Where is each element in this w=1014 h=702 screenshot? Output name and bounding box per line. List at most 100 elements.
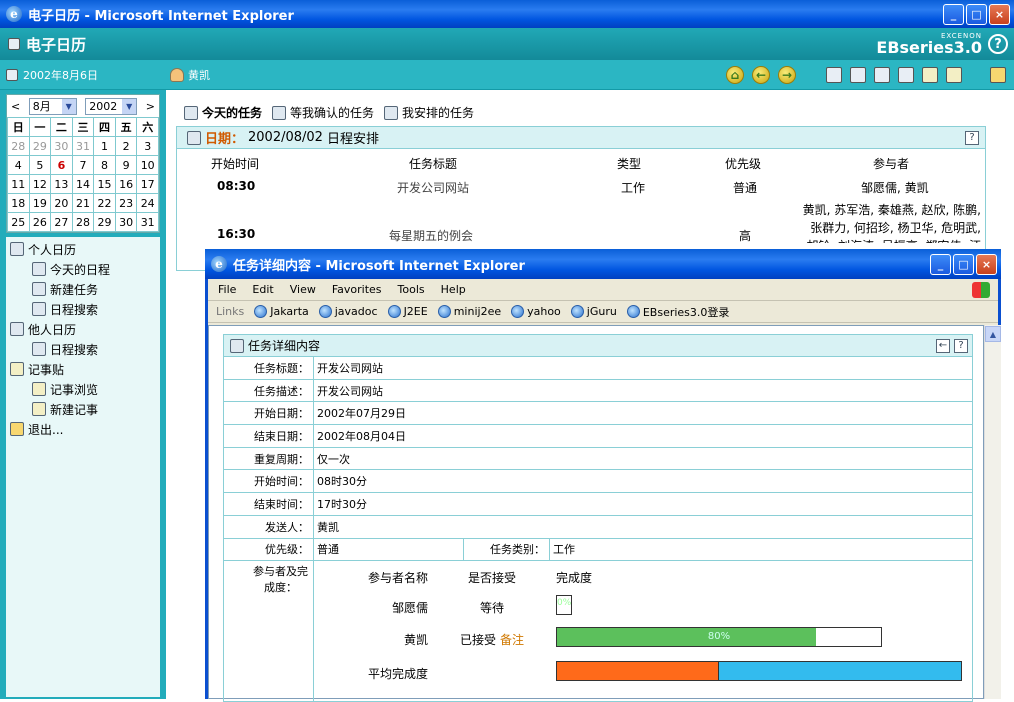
menu-view[interactable]: View bbox=[290, 283, 316, 296]
close-button[interactable]: × bbox=[989, 3, 1010, 25]
calendar-icon bbox=[6, 68, 18, 81]
calendar-day[interactable]: 10 bbox=[136, 155, 159, 175]
minimize-button[interactable]: _ bbox=[943, 3, 964, 25]
menu-favorites[interactable]: Favorites bbox=[332, 283, 382, 296]
calendar-day[interactable]: 23 bbox=[114, 193, 138, 213]
menu-file[interactable]: File bbox=[218, 283, 236, 296]
task-time: 16:30 bbox=[217, 227, 256, 241]
calendar-day[interactable]: 19 bbox=[28, 193, 52, 213]
calendar-day[interactable]: 17 bbox=[136, 174, 159, 194]
home-icon[interactable]: ⌂ bbox=[726, 65, 744, 84]
month-select[interactable]: 8月 ▼ bbox=[28, 97, 77, 115]
tab-today-tasks[interactable]: 今天的任务 bbox=[184, 104, 262, 121]
help-icon[interactable]: ? bbox=[965, 130, 979, 145]
nav-schedule-search[interactable]: 日程搜索 bbox=[6, 299, 160, 319]
calendar-day[interactable]: 9 bbox=[114, 155, 138, 175]
calendar-day[interactable]: 5 bbox=[28, 155, 52, 175]
vertical-scrollbar[interactable]: ▲ bbox=[984, 325, 1001, 699]
calendar-grid: 日 一 二 三 四 五 六 28 29 30 31 1 2 3 4 5 6 7 … bbox=[7, 117, 159, 232]
field-label: 结束日期： bbox=[224, 425, 314, 447]
calendar-day[interactable]: 12 bbox=[28, 174, 52, 194]
prev-month-button[interactable]: < bbox=[11, 100, 20, 113]
calendar-day[interactable]: 29 bbox=[93, 212, 116, 232]
menu-tools[interactable]: Tools bbox=[398, 283, 425, 296]
calendar-day[interactable]: 31 bbox=[136, 212, 159, 232]
link-jakarta[interactable]: Jakarta bbox=[254, 305, 309, 318]
calendar-day[interactable]: 20 bbox=[50, 193, 73, 213]
help-icon[interactable]: ? bbox=[988, 34, 1008, 54]
calendar-day[interactable]: 4 bbox=[7, 155, 30, 175]
nav-notes[interactable]: 记事贴 bbox=[6, 359, 160, 379]
toolbar: 2002年8月6日 黄凯 ⌂ ← → bbox=[0, 60, 1014, 90]
popup-close-button[interactable]: × bbox=[976, 253, 997, 275]
maximize-button[interactable]: □ bbox=[966, 3, 987, 25]
people-search-icon[interactable] bbox=[898, 66, 914, 83]
calendar-day[interactable]: 27 bbox=[50, 212, 73, 232]
task-title-link[interactable]: 开发公司网站 bbox=[397, 179, 469, 196]
link-jguru[interactable]: jGuru bbox=[570, 305, 617, 318]
calendar-day[interactable]: 28 bbox=[7, 136, 30, 156]
calendar-day[interactable]: 1 bbox=[93, 136, 116, 156]
forward-icon[interactable]: → bbox=[778, 65, 796, 84]
calendar-day[interactable]: 24 bbox=[136, 193, 159, 213]
calendar-day[interactable]: 3 bbox=[136, 136, 159, 156]
menu-help[interactable]: Help bbox=[441, 283, 466, 296]
back-icon[interactable]: ← bbox=[936, 338, 950, 353]
search-icon[interactable] bbox=[874, 66, 890, 83]
category-value: 工作 bbox=[553, 543, 575, 557]
nav-personal-calendar[interactable]: 个人日历 bbox=[6, 239, 160, 259]
nav-others-calendar[interactable]: 他人日历 bbox=[6, 319, 160, 339]
calendar-day[interactable]: 28 bbox=[71, 212, 95, 232]
calendar-day[interactable]: 31 bbox=[71, 136, 95, 156]
nav-notes-browse[interactable]: 记事浏览 bbox=[6, 379, 160, 399]
calendar-day[interactable]: 2 bbox=[114, 136, 138, 156]
link-minij2ee[interactable]: minij2ee bbox=[437, 305, 501, 318]
next-month-button[interactable]: > bbox=[146, 100, 155, 113]
calendar-day[interactable]: 13 bbox=[50, 174, 73, 194]
scroll-up-icon[interactable]: ▲ bbox=[985, 326, 1001, 342]
new-task-icon[interactable] bbox=[850, 66, 866, 83]
calendar-day[interactable]: 14 bbox=[71, 174, 95, 194]
year-select[interactable]: 2002 ▼ bbox=[85, 97, 138, 115]
link-j2ee[interactable]: J2EE bbox=[387, 305, 428, 318]
nav-new-note[interactable]: 新建记事 bbox=[6, 399, 160, 419]
calendar-day[interactable]: 8 bbox=[93, 155, 116, 175]
calendar-day[interactable]: 30 bbox=[114, 212, 138, 232]
nav-today-schedule[interactable]: 今天的日程 bbox=[6, 259, 160, 279]
calendar-day[interactable]: 18 bbox=[7, 193, 30, 213]
tab-arranged-tasks[interactable]: 我安排的任务 bbox=[384, 104, 474, 121]
notes-icon[interactable] bbox=[922, 66, 938, 83]
calendar-day[interactable]: 16 bbox=[114, 174, 138, 194]
calendar-day[interactable]: 25 bbox=[7, 212, 30, 232]
popup-minimize-button[interactable]: _ bbox=[930, 253, 951, 275]
calendar-day-today[interactable]: 6 bbox=[50, 155, 73, 175]
calendar-day[interactable]: 7 bbox=[71, 155, 95, 175]
calendar-day[interactable]: 29 bbox=[28, 136, 52, 156]
exit-icon[interactable] bbox=[990, 66, 1006, 83]
tab-confirm-tasks[interactable]: 等我确认的任务 bbox=[272, 104, 374, 121]
new-note-icon[interactable] bbox=[946, 66, 962, 83]
back-icon[interactable]: ← bbox=[752, 65, 770, 84]
nav-exit[interactable]: 退出... bbox=[6, 419, 160, 439]
calendar-day[interactable]: 15 bbox=[93, 174, 116, 194]
link-yahoo[interactable]: yahoo bbox=[511, 305, 561, 318]
chevron-down-icon: ▼ bbox=[61, 98, 76, 114]
nav-others-search[interactable]: 日程搜索 bbox=[6, 339, 160, 359]
today-icon[interactable] bbox=[826, 66, 842, 83]
calendar-day[interactable]: 11 bbox=[7, 174, 30, 194]
link-ebseries[interactable]: EBseries3.0登录 bbox=[626, 304, 729, 320]
calendar-day[interactable]: 21 bbox=[71, 193, 95, 213]
menu-edit[interactable]: Edit bbox=[252, 283, 273, 296]
column-header-start-time: 开始时间 bbox=[211, 157, 260, 171]
nav-tree: 个人日历 今天的日程 新建任务 日程搜索 他人日历 日程搜索 记事贴 记事浏览 bbox=[6, 237, 160, 697]
calendar-day[interactable]: 22 bbox=[93, 193, 116, 213]
help-icon[interactable]: ? bbox=[954, 338, 968, 353]
popup-maximize-button[interactable]: □ bbox=[953, 253, 974, 275]
participant-note-link[interactable]: 备注 bbox=[500, 631, 524, 648]
calendar-day[interactable]: 30 bbox=[50, 136, 73, 156]
weekday-label: 五 bbox=[114, 117, 138, 137]
nav-new-task[interactable]: 新建任务 bbox=[6, 279, 160, 299]
task-title-link[interactable]: 每星期五的例会 bbox=[389, 227, 473, 244]
calendar-day[interactable]: 26 bbox=[28, 212, 52, 232]
link-javadoc[interactable]: javadoc bbox=[318, 305, 378, 318]
